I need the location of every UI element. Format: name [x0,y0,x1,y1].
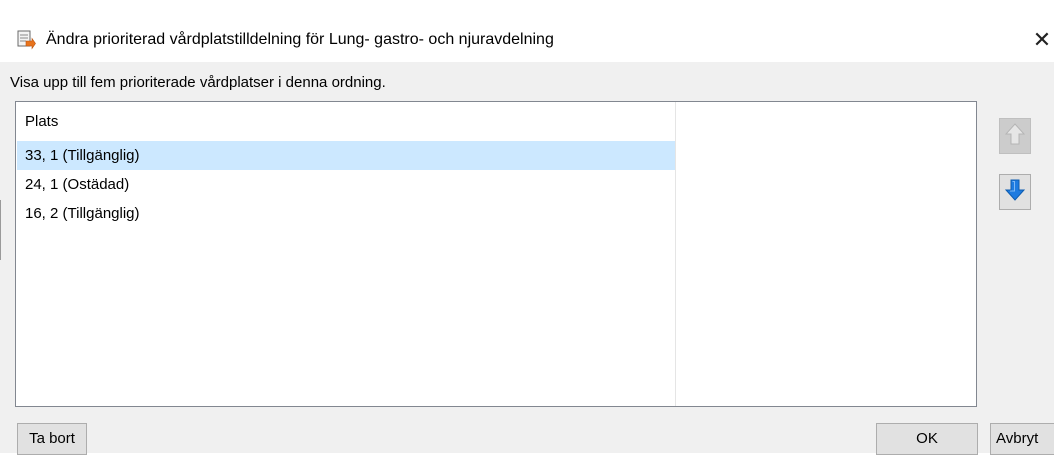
dialog-window: Ändra prioriterad vårdplatstilldelning f… [0,0,1054,455]
move-down-button[interactable] [999,174,1031,210]
list-item[interactable]: 16, 2 (Tillgänglig) [17,199,675,228]
column-separator [675,102,676,406]
column-header-plats: Plats [25,113,59,130]
list-item-selected[interactable]: 33, 1 (Tillgänglig) [17,141,675,170]
list-item[interactable]: 24, 1 (Ostädad) [17,170,675,199]
move-up-button[interactable] [999,118,1031,154]
close-icon[interactable]: ✕ [1030,26,1054,54]
remove-button[interactable]: Ta bort [17,423,87,455]
list-rows: 33, 1 (Tillgänglig) 24, 1 (Ostädad) 16, … [17,141,675,228]
ok-button[interactable]: OK [876,423,978,455]
cancel-button[interactable]: Avbryt [990,423,1054,455]
title-bar: Ändra prioriterad vårdplatstilldelning f… [0,0,1054,62]
window-title: Ändra prioriterad vårdplatstilldelning f… [46,31,554,48]
instruction-text: Visa upp till fem prioriterade vårdplats… [10,74,386,91]
app-document-arrow-icon [16,30,36,50]
bed-priority-list[interactable]: Plats 33, 1 (Tillgänglig) 24, 1 (Ostädad… [15,101,977,407]
window-edge-divider [0,200,1,260]
arrow-up-icon [1004,123,1026,149]
arrow-down-icon [1004,179,1026,205]
